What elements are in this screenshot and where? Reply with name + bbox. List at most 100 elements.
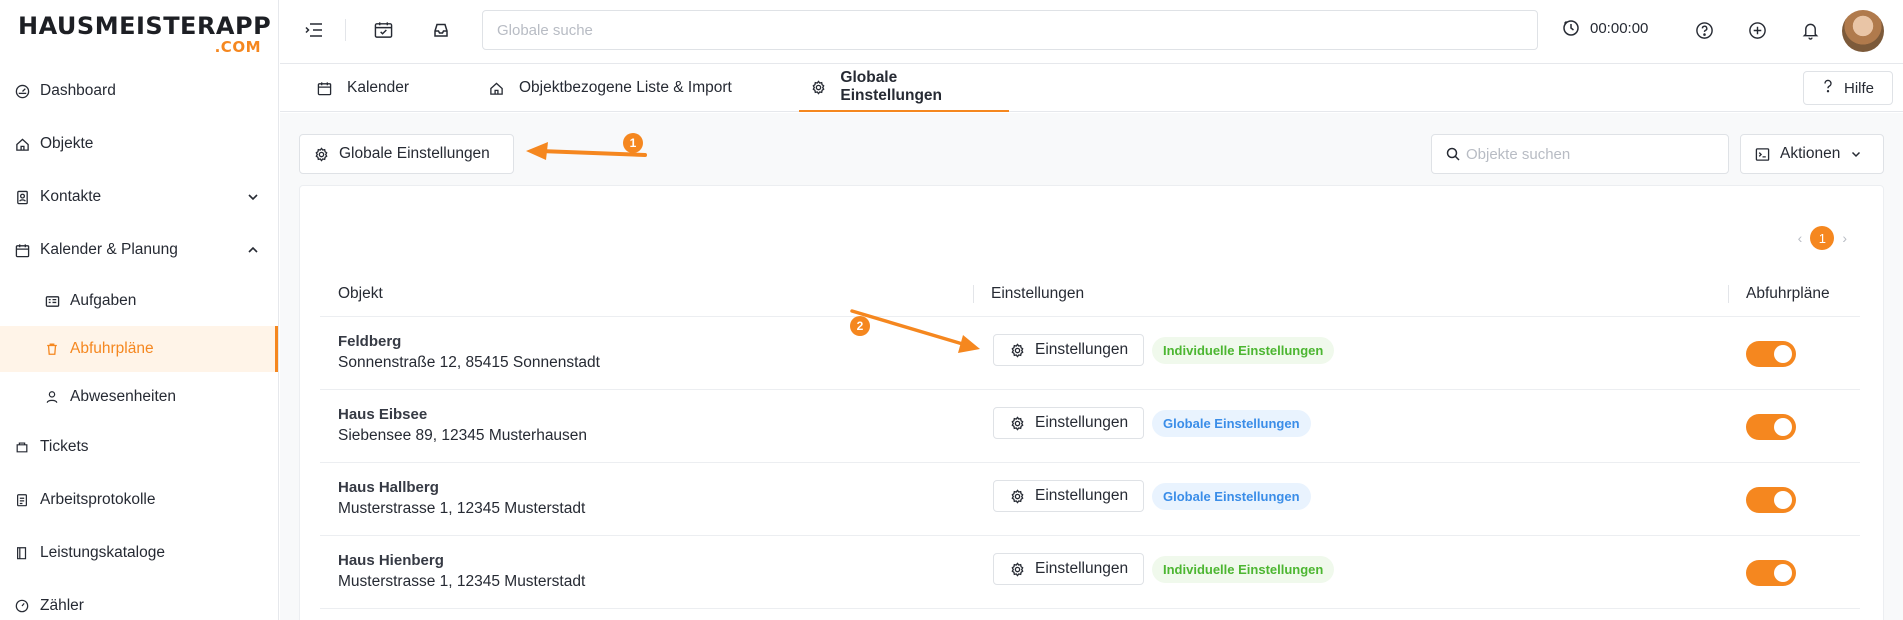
abfuhrplan-toggle[interactable] bbox=[1746, 560, 1796, 586]
tab-label: Kalender bbox=[347, 79, 410, 96]
sidebar-item-label: Aufgaben bbox=[70, 292, 137, 309]
help-circle-icon[interactable] bbox=[1693, 19, 1715, 41]
object-settings-button[interactable]: Einstellungen bbox=[993, 334, 1145, 366]
time-tracker[interactable]: 00:00:00 bbox=[1562, 19, 1648, 37]
app-logo[interactable]: HAUSMEISTERAPP .COM bbox=[18, 12, 271, 56]
actions-button-label: Aktionen bbox=[1780, 145, 1841, 162]
gear-icon bbox=[811, 79, 826, 95]
global-settings-button[interactable]: Globale Einstellungen bbox=[299, 134, 514, 174]
sidebar-item-zaehler[interactable]: Zähler bbox=[0, 583, 278, 620]
sidebar-item-leistungskataloge[interactable]: Leistungskataloge bbox=[0, 530, 278, 576]
sidebar-item-aufgaben[interactable]: Aufgaben bbox=[0, 278, 278, 324]
annotation-marker-1: 1 bbox=[623, 133, 643, 153]
sidebar-item-kontakte[interactable]: Kontakte bbox=[0, 174, 278, 220]
tab-bar: Kalender Objektbezogene Liste & Import G… bbox=[280, 64, 1903, 112]
abfuhrplan-toggle[interactable] bbox=[1746, 341, 1796, 367]
add-circle-icon[interactable] bbox=[1746, 19, 1768, 41]
gauge-icon bbox=[14, 598, 30, 614]
tab-objektbezogene-liste[interactable]: Objektbezogene Liste & Import bbox=[477, 64, 744, 112]
settings-button-label: Einstellungen bbox=[1035, 560, 1129, 577]
bell-icon[interactable] bbox=[1799, 19, 1821, 41]
object-settings-button[interactable]: Einstellungen bbox=[993, 553, 1145, 585]
settings-button-label: Einstellungen bbox=[1035, 341, 1129, 358]
object-settings-button[interactable]: Einstellungen bbox=[993, 407, 1145, 439]
tab-label: Globale Einstellungen bbox=[840, 69, 943, 104]
object-address: Musterstrasse 1, 12345 Musterstadt bbox=[338, 573, 586, 590]
calendar-icon bbox=[14, 242, 30, 258]
stopwatch-icon bbox=[1563, 20, 1579, 36]
terminal-icon bbox=[1755, 147, 1770, 162]
settings-button-label: Einstellungen bbox=[1035, 487, 1129, 504]
global-settings-button-label: Globale Einstellungen bbox=[339, 145, 490, 162]
inbox-icon[interactable] bbox=[430, 19, 452, 41]
abfuhrplan-toggle[interactable] bbox=[1746, 487, 1796, 513]
object-cell: Haus Hienberg Musterstrasse 1, 12345 Mus… bbox=[338, 550, 585, 592]
sidebar-item-label: Kalender & Planung bbox=[40, 241, 178, 258]
main-content: Globale Einstellungen Aktionen ‹ 1 › Obj… bbox=[280, 113, 1903, 620]
dashboard-icon bbox=[14, 83, 30, 99]
ticket-icon bbox=[14, 439, 30, 455]
pagination-current-page[interactable]: 1 bbox=[1810, 226, 1835, 250]
sidebar-item-label: Kontakte bbox=[40, 188, 102, 205]
sidebar-item-label: Objekte bbox=[40, 135, 94, 152]
sidebar-item-label: Arbeitsprotokolle bbox=[40, 491, 156, 508]
sidebar-item-arbeitsprotokolle[interactable]: Arbeitsprotokolle bbox=[0, 477, 278, 523]
calendar-check-icon[interactable] bbox=[372, 19, 394, 41]
calendar-icon bbox=[317, 80, 333, 96]
contacts-icon bbox=[14, 189, 30, 205]
object-cell: Haus Eibsee Siebensee 89, 12345 Musterha… bbox=[338, 404, 587, 446]
column-header-einstellungen: Einstellungen bbox=[973, 271, 1084, 317]
sidebar-item-label: Leistungskataloge bbox=[40, 544, 165, 561]
tasks-icon bbox=[44, 293, 60, 309]
object-settings-button[interactable]: Einstellungen bbox=[993, 480, 1145, 512]
user-avatar[interactable] bbox=[1842, 10, 1884, 52]
table-row: Haus Hallberg Musterstrasse 1, 12345 Mus… bbox=[320, 463, 1860, 536]
object-cell: Feldberg Sonnenstraße 12, 85415 Sonnenst… bbox=[338, 331, 600, 373]
abfuhrplan-toggle[interactable] bbox=[1746, 414, 1796, 440]
sidebar-item-tickets[interactable]: Tickets bbox=[0, 424, 278, 470]
logo-sub-text: .COM bbox=[214, 38, 261, 56]
toolbar-divider bbox=[345, 19, 346, 41]
help-button[interactable]: Hilfe bbox=[1803, 71, 1893, 105]
global-search-input[interactable] bbox=[482, 10, 1538, 50]
gear-icon bbox=[1010, 561, 1025, 577]
menu-toggle-icon[interactable] bbox=[303, 19, 325, 41]
object-name: Haus Hallberg bbox=[338, 479, 439, 496]
sidebar-item-abwesenheiten[interactable]: Abwesenheiten bbox=[0, 374, 278, 420]
table-row: Feldberg Sonnenstraße 12, 85415 Sonnenst… bbox=[320, 317, 1860, 390]
pagination-next-icon[interactable]: › bbox=[1842, 230, 1847, 246]
actions-dropdown-button[interactable]: Aktionen bbox=[1740, 134, 1884, 174]
topbar: 00:00:00 bbox=[280, 0, 1903, 64]
pagination: ‹ 1 › bbox=[1798, 226, 1847, 250]
sidebar-item-kalender-planung[interactable]: Kalender & Planung bbox=[0, 227, 278, 273]
object-name: Haus Eibsee bbox=[338, 406, 428, 423]
sidebar: HAUSMEISTERAPP .COM Dashboard Objekte Ko… bbox=[0, 0, 279, 620]
sidebar-item-abfuhrplaene[interactable]: Abfuhrpläne bbox=[0, 326, 278, 372]
settings-status-badge: Globale Einstellungen bbox=[1152, 483, 1311, 510]
object-search-input[interactable] bbox=[1466, 135, 1716, 173]
object-address: Musterstrasse 1, 12345 Musterstadt bbox=[338, 500, 586, 517]
home-icon bbox=[489, 80, 505, 96]
tab-globale-einstellungen[interactable]: Globale Einstellungen bbox=[799, 64, 1009, 112]
tab-kalender[interactable]: Kalender bbox=[305, 64, 421, 112]
sidebar-item-dashboard[interactable]: Dashboard bbox=[0, 68, 278, 114]
pagination-prev-icon[interactable]: ‹ bbox=[1798, 230, 1803, 246]
chevron-up-icon bbox=[248, 246, 258, 253]
settings-status-badge: Individuelle Einstellungen bbox=[1152, 337, 1335, 364]
sidebar-item-objekte[interactable]: Objekte bbox=[0, 121, 278, 167]
object-cell: Haus Hallberg Musterstrasse 1, 12345 Mus… bbox=[338, 477, 585, 519]
search-icon bbox=[1446, 147, 1460, 166]
chevron-down-icon bbox=[248, 194, 258, 201]
sidebar-item-label: Tickets bbox=[40, 438, 89, 455]
sidebar-item-label: Dashboard bbox=[40, 82, 116, 99]
book-icon bbox=[14, 545, 30, 561]
gear-icon bbox=[314, 146, 329, 162]
settings-button-label: Einstellungen bbox=[1035, 414, 1129, 431]
object-search bbox=[1431, 134, 1729, 174]
gear-icon bbox=[1010, 415, 1025, 431]
settings-status-badge: Globale Einstellungen bbox=[1152, 410, 1311, 437]
table-row: Haus Hienberg Musterstrasse 1, 12345 Mus… bbox=[320, 536, 1860, 609]
user-icon bbox=[44, 389, 60, 405]
tab-label: Objektbezogene Liste & Import bbox=[519, 79, 732, 96]
trash-icon bbox=[44, 341, 60, 357]
